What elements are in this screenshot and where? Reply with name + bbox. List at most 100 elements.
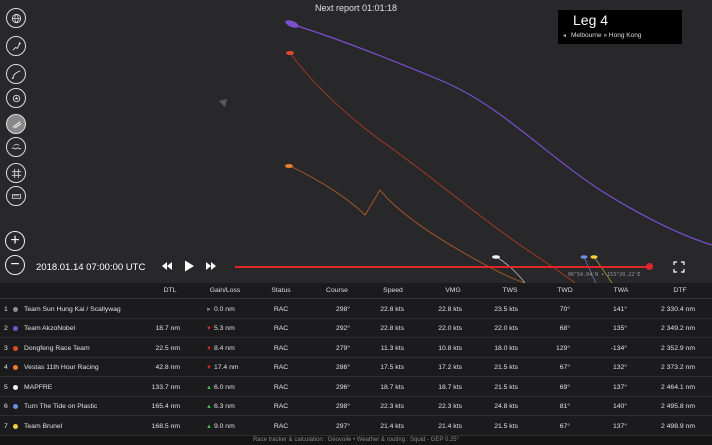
ruler-tool-button[interactable] (6, 186, 26, 206)
ranking-table: DTL Gain/Loss Status Course Speed VMG TWS TWD TW… (0, 283, 712, 436)
team-name[interactable]: Team Brunel (24, 423, 62, 430)
table-row[interactable]: 6 Turn The Tide on Plastic 165.4 nm ▲ 6.3 nm… (0, 397, 712, 416)
zoom-out-button[interactable]: − (5, 255, 25, 275)
route-tool-button[interactable] (6, 64, 26, 84)
gain-arrow-icon: ▲ (206, 384, 212, 391)
fast-forward-button[interactable] (204, 259, 218, 273)
team-color-dot (13, 384, 18, 390)
track-ttop (583, 256, 597, 283)
twa-value: -134° (610, 344, 627, 352)
column-header-dtf[interactable]: DTF (665, 287, 695, 294)
play-button[interactable] (182, 259, 196, 273)
tws-value: 21.5 kts (494, 422, 518, 430)
ruler-icon (11, 193, 21, 199)
twa-value: 137° (612, 422, 627, 430)
rewind-button[interactable] (160, 259, 174, 273)
team-color-dot (13, 423, 18, 429)
table-row[interactable]: 5 MAPFRE 133.7 nm ▲ 6.0 nm RAC 296° 18.7 kts 18.… (0, 377, 712, 397)
status-value: RAC (273, 344, 289, 352)
race-map[interactable]: Next report 01:01:18 Leg 4 ◄ Melbourne » … (0, 0, 712, 283)
speed-value: 17.5 kts (380, 364, 404, 371)
rank: 5 (4, 383, 8, 391)
tws-value: 21.5 kts (494, 364, 518, 371)
table-row[interactable]: 1 Team Sun Hung Kai / Scallywag ► 0.0 nm RAC… (0, 299, 712, 319)
credits-footer: Race tracker & calculation : Géovoile • … (0, 436, 712, 445)
leg-route-label: Melbourne » Hong Kong (570, 32, 642, 39)
twa-value: 140° (612, 403, 627, 410)
team-color-dot (13, 345, 18, 351)
team-name[interactable]: MAPFRE (24, 384, 52, 391)
cursor-coordinates: 06°54.04'N • 153°20.22'E (568, 272, 641, 278)
column-header-vmg[interactable]: VMG (438, 287, 468, 294)
wave-layer-tool-button[interactable] (6, 137, 26, 157)
vmg-value: 10.8 kts (438, 344, 462, 352)
caret-left-icon: ◄ (562, 33, 567, 39)
boat-track-tool-button[interactable] (6, 36, 26, 56)
column-header-twd[interactable]: TWD (550, 287, 580, 294)
column-header-status[interactable]: Status (266, 287, 296, 294)
neutral-arrow-icon: ► (206, 306, 212, 313)
gain-loss: ▲ 6.0 nm (206, 384, 246, 391)
status-value: RAC (273, 383, 289, 391)
grid-tool-button[interactable] (6, 163, 26, 183)
team-color-dot (13, 306, 18, 312)
twd-value: 129° (555, 344, 570, 352)
gain-loss-value: 17.4 nm (213, 364, 239, 371)
dtf-value: 2 373.2 nm (660, 364, 695, 371)
team-name[interactable]: Team AkzoNobel (24, 325, 75, 332)
column-header-tws[interactable]: TWS (495, 287, 525, 294)
column-header-gain-loss[interactable]: Gain/Loss (205, 287, 245, 294)
gain-loss: ▼ 17.4 nm (206, 364, 246, 371)
zoom-in-button[interactable]: + (5, 231, 25, 251)
twa-value: 141° (612, 305, 627, 313)
route-icon (11, 69, 20, 79)
team-name[interactable]: Turn The Tide on Plastic (24, 403, 97, 410)
boat-track-icon (12, 41, 21, 50)
loss-arrow-icon: ▼ (206, 365, 212, 371)
wind-layer-tool-button[interactable] (6, 114, 26, 134)
grid-icon (11, 168, 21, 178)
tws-value: 23.5 kts (494, 305, 518, 313)
vmg-value: 17.2 kts (438, 364, 462, 371)
gain-loss: ▼ 5.3 nm (206, 325, 246, 332)
vmg-value: 18.7 kts (438, 383, 462, 391)
leg-route: ◄ Melbourne » Hong Kong (562, 32, 641, 39)
rank: 6 (4, 403, 8, 410)
twd-value: 67° (559, 422, 570, 430)
boat-badge-icon (12, 94, 20, 102)
dtl-value: 165.4 nm (151, 403, 180, 410)
table-row[interactable]: 2 Team AkzoNobel 18.7 nm ▼ 5.3 nm RAC 292° 22.8… (0, 319, 712, 338)
column-header-speed[interactable]: Speed (378, 287, 408, 294)
course-value: 298° (335, 305, 350, 313)
playback-progress-handle[interactable] (645, 263, 653, 270)
team-name[interactable]: Dongfeng Race Team (24, 345, 90, 352)
minus-icon: − (10, 255, 20, 273)
table-row[interactable]: 7 Team Brunel 168.5 nm ▲ 9.0 nm RAC 297° 21.4 k… (0, 416, 712, 436)
leg-title: Leg 4 (573, 12, 609, 28)
column-header-twa[interactable]: TWA (606, 287, 636, 294)
wind-layer-icon (12, 120, 21, 129)
track-akzonobel (290, 23, 712, 246)
rank: 1 (4, 305, 8, 313)
boat-badge-tool-button[interactable] (6, 88, 26, 108)
boat-brunel (590, 255, 598, 259)
column-header-course[interactable]: Course (322, 287, 352, 294)
playback-progress-bar[interactable] (235, 265, 649, 268)
dtf-value: 2 495.8 nm (660, 403, 695, 410)
speed-value: 22.8 kts (380, 305, 404, 313)
globe-tool-button[interactable] (6, 8, 26, 28)
leg-selector[interactable]: Leg 4 ◄ Melbourne » Hong Kong (558, 10, 682, 44)
fullscreen-button[interactable] (673, 261, 685, 273)
gain-loss-value: 5.3 nm (213, 325, 235, 332)
team-name[interactable]: Team Sun Hung Kai / Scallywag (24, 306, 121, 313)
speed-value: 22.3 kts (380, 403, 404, 410)
table-row[interactable]: 4 Vestas 11th Hour Racing 42.8 nm ▼ 17.4 nm R… (0, 358, 712, 377)
gain-loss: ▼ 8.4 nm (206, 345, 246, 352)
globe-icon (11, 13, 21, 23)
column-header-dtl[interactable]: DTL (155, 287, 185, 294)
table-row[interactable]: 3 Dongfeng Race Team 22.5 nm ▼ 8.4 nm RAC 279°… (0, 338, 712, 358)
twd-value: 69° (559, 383, 570, 391)
course-value: 296° (335, 383, 350, 391)
team-name[interactable]: Vestas 11th Hour Racing (24, 364, 99, 371)
gain-loss: ▲ 9.0 nm (206, 423, 246, 430)
